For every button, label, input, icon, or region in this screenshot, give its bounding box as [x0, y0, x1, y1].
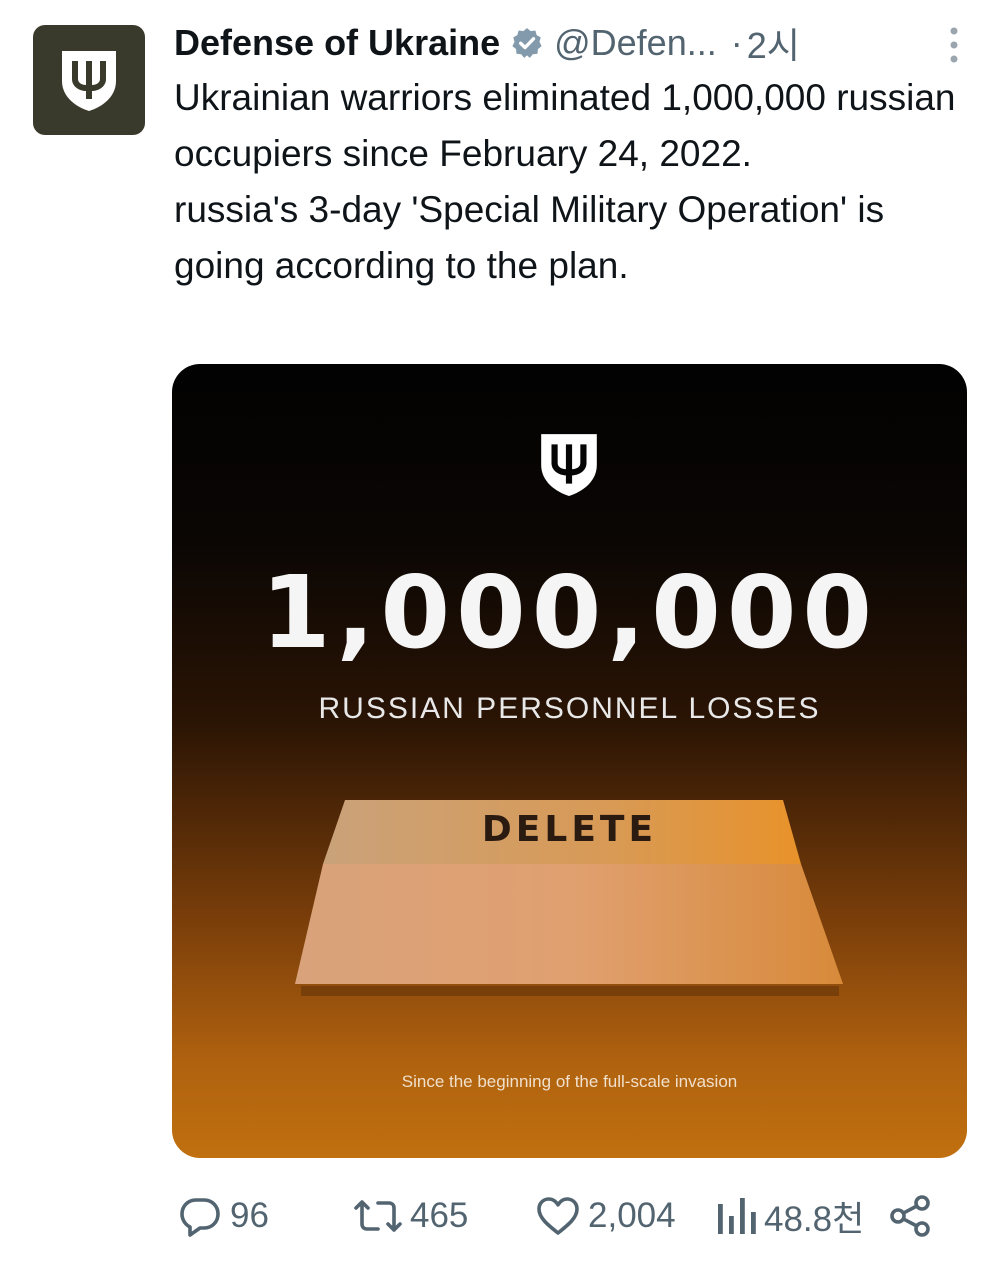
- reply-count: 96: [230, 1196, 269, 1235]
- delete-key-label: DELETE: [481, 809, 658, 850]
- handle[interactable]: @Defen...: [554, 22, 717, 64]
- views-count: 48.8천: [764, 1199, 865, 1239]
- verified-badge-icon: [512, 28, 542, 58]
- tweet-text: Ukrainian warriors eliminated 1,000,000 …: [174, 70, 974, 294]
- views-bar-icon: [718, 1198, 756, 1234]
- repost-icon: [354, 1200, 402, 1232]
- tweet[interactable]: Defense of Ukraine @Defen... · 2시 Ukrain…: [0, 0, 1000, 1269]
- display-name[interactable]: Defense of Ukraine: [174, 22, 500, 64]
- action-bar: 96 465 2,004 48.8천: [0, 1186, 1000, 1246]
- avatar[interactable]: [33, 25, 145, 135]
- share-icon: [890, 1195, 930, 1237]
- reply-button[interactable]: 96: [176, 1186, 269, 1246]
- media-image[interactable]: 1,000,000 RUSSIAN PERSONNEL LOSSES DELET…: [172, 364, 967, 1158]
- more-vertical-icon[interactable]: [944, 22, 964, 68]
- tweet-header: Defense of Ukraine @Defen... · 2시: [174, 18, 964, 68]
- media-footnote: Since the beginning of the full-scale in…: [401, 1072, 738, 1091]
- views-button[interactable]: 48.8천: [714, 1186, 864, 1246]
- trident-shield-icon: [62, 51, 116, 111]
- media-subtitle: RUSSIAN PERSONNEL LOSSES: [318, 692, 821, 725]
- reply-icon: [180, 1198, 220, 1237]
- tweet-text-line: russia's 3-day 'Special Military Operati…: [174, 189, 885, 286]
- share-button[interactable]: [886, 1186, 934, 1246]
- trident-shield-icon: [541, 434, 597, 496]
- repost-count: 465: [410, 1196, 469, 1235]
- repost-button[interactable]: 465: [352, 1186, 468, 1246]
- headline-number: 1,000,000: [260, 554, 879, 671]
- like-count: 2,004: [588, 1196, 676, 1235]
- heart-icon: [537, 1197, 579, 1235]
- tweet-text-line: Ukrainian warriors eliminated 1,000,000 …: [174, 77, 956, 174]
- separator-dot: ·: [730, 22, 743, 63]
- like-button[interactable]: 2,004: [534, 1186, 676, 1246]
- timestamp[interactable]: 2시: [747, 17, 800, 69]
